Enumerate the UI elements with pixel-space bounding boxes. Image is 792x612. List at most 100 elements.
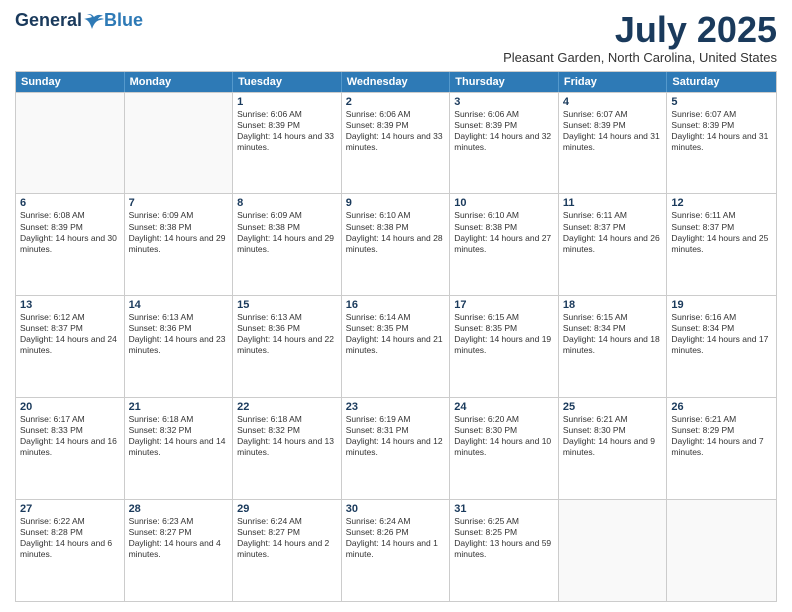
calendar-title: July 2025 [503, 10, 777, 50]
calendar-cell: 21Sunrise: 6:18 AM Sunset: 8:32 PM Dayli… [125, 398, 234, 499]
day-number: 1 [237, 96, 337, 108]
day-info: Sunrise: 6:06 AM Sunset: 8:39 PM Dayligh… [454, 109, 554, 153]
calendar-row: 6Sunrise: 6:08 AM Sunset: 8:39 PM Daylig… [16, 193, 776, 295]
header: General Blue July 2025 Pleasant Garden, … [15, 10, 777, 65]
day-number: 4 [563, 96, 663, 108]
calendar-cell: 5Sunrise: 6:07 AM Sunset: 8:39 PM Daylig… [667, 93, 776, 194]
day-number: 14 [129, 299, 229, 311]
calendar-cell: 25Sunrise: 6:21 AM Sunset: 8:30 PM Dayli… [559, 398, 668, 499]
day-info: Sunrise: 6:06 AM Sunset: 8:39 PM Dayligh… [237, 109, 337, 153]
day-info: Sunrise: 6:08 AM Sunset: 8:39 PM Dayligh… [20, 210, 120, 254]
title-block: July 2025 Pleasant Garden, North Carolin… [503, 10, 777, 65]
day-info: Sunrise: 6:09 AM Sunset: 8:38 PM Dayligh… [129, 210, 229, 254]
calendar-cell: 7Sunrise: 6:09 AM Sunset: 8:38 PM Daylig… [125, 194, 234, 295]
day-number: 13 [20, 299, 120, 311]
logo-blue-text: Blue [104, 10, 143, 31]
day-info: Sunrise: 6:15 AM Sunset: 8:34 PM Dayligh… [563, 312, 663, 356]
calendar-cell: 1Sunrise: 6:06 AM Sunset: 8:39 PM Daylig… [233, 93, 342, 194]
day-number: 24 [454, 401, 554, 413]
day-number: 25 [563, 401, 663, 413]
day-number: 19 [671, 299, 772, 311]
day-info: Sunrise: 6:18 AM Sunset: 8:32 PM Dayligh… [237, 414, 337, 458]
day-info: Sunrise: 6:13 AM Sunset: 8:36 PM Dayligh… [237, 312, 337, 356]
day-number: 29 [237, 503, 337, 515]
calendar-cell: 11Sunrise: 6:11 AM Sunset: 8:37 PM Dayli… [559, 194, 668, 295]
calendar-cell: 31Sunrise: 6:25 AM Sunset: 8:25 PM Dayli… [450, 500, 559, 601]
day-number: 15 [237, 299, 337, 311]
calendar-cell: 27Sunrise: 6:22 AM Sunset: 8:28 PM Dayli… [16, 500, 125, 601]
calendar-header: SundayMondayTuesdayWednesdayThursdayFrid… [16, 72, 776, 92]
day-number: 20 [20, 401, 120, 413]
day-info: Sunrise: 6:19 AM Sunset: 8:31 PM Dayligh… [346, 414, 446, 458]
calendar-header-day: Tuesday [233, 72, 342, 92]
calendar-row: 20Sunrise: 6:17 AM Sunset: 8:33 PM Dayli… [16, 397, 776, 499]
day-number: 16 [346, 299, 446, 311]
calendar-cell: 23Sunrise: 6:19 AM Sunset: 8:31 PM Dayli… [342, 398, 451, 499]
calendar-cell: 2Sunrise: 6:06 AM Sunset: 8:39 PM Daylig… [342, 93, 451, 194]
calendar-cell: 22Sunrise: 6:18 AM Sunset: 8:32 PM Dayli… [233, 398, 342, 499]
day-number: 3 [454, 96, 554, 108]
logo-bird-icon [84, 13, 104, 29]
day-info: Sunrise: 6:23 AM Sunset: 8:27 PM Dayligh… [129, 516, 229, 560]
day-info: Sunrise: 6:07 AM Sunset: 8:39 PM Dayligh… [563, 109, 663, 153]
day-number: 22 [237, 401, 337, 413]
day-number: 23 [346, 401, 446, 413]
day-info: Sunrise: 6:16 AM Sunset: 8:34 PM Dayligh… [671, 312, 772, 356]
day-number: 26 [671, 401, 772, 413]
calendar-cell: 6Sunrise: 6:08 AM Sunset: 8:39 PM Daylig… [16, 194, 125, 295]
calendar-location: Pleasant Garden, North Carolina, United … [503, 50, 777, 65]
calendar-cell [125, 93, 234, 194]
day-info: Sunrise: 6:14 AM Sunset: 8:35 PM Dayligh… [346, 312, 446, 356]
calendar-header-day: Sunday [16, 72, 125, 92]
day-number: 27 [20, 503, 120, 515]
day-info: Sunrise: 6:18 AM Sunset: 8:32 PM Dayligh… [129, 414, 229, 458]
calendar-header-day: Thursday [450, 72, 559, 92]
calendar-cell: 15Sunrise: 6:13 AM Sunset: 8:36 PM Dayli… [233, 296, 342, 397]
calendar-cell [16, 93, 125, 194]
day-number: 21 [129, 401, 229, 413]
day-number: 8 [237, 197, 337, 209]
calendar-cell: 17Sunrise: 6:15 AM Sunset: 8:35 PM Dayli… [450, 296, 559, 397]
day-number: 2 [346, 96, 446, 108]
calendar-cell: 13Sunrise: 6:12 AM Sunset: 8:37 PM Dayli… [16, 296, 125, 397]
calendar-cell: 14Sunrise: 6:13 AM Sunset: 8:36 PM Dayli… [125, 296, 234, 397]
day-number: 18 [563, 299, 663, 311]
calendar-cell: 28Sunrise: 6:23 AM Sunset: 8:27 PM Dayli… [125, 500, 234, 601]
day-number: 9 [346, 197, 446, 209]
day-info: Sunrise: 6:11 AM Sunset: 8:37 PM Dayligh… [563, 210, 663, 254]
day-number: 17 [454, 299, 554, 311]
day-number: 31 [454, 503, 554, 515]
day-info: Sunrise: 6:11 AM Sunset: 8:37 PM Dayligh… [671, 210, 772, 254]
calendar-row: 13Sunrise: 6:12 AM Sunset: 8:37 PM Dayli… [16, 295, 776, 397]
calendar-header-day: Saturday [667, 72, 776, 92]
day-info: Sunrise: 6:10 AM Sunset: 8:38 PM Dayligh… [454, 210, 554, 254]
day-info: Sunrise: 6:07 AM Sunset: 8:39 PM Dayligh… [671, 109, 772, 153]
day-info: Sunrise: 6:20 AM Sunset: 8:30 PM Dayligh… [454, 414, 554, 458]
calendar: SundayMondayTuesdayWednesdayThursdayFrid… [15, 71, 777, 602]
logo-general-text: General [15, 10, 82, 31]
calendar-cell: 30Sunrise: 6:24 AM Sunset: 8:26 PM Dayli… [342, 500, 451, 601]
page: General Blue July 2025 Pleasant Garden, … [0, 0, 792, 612]
calendar-row: 1Sunrise: 6:06 AM Sunset: 8:39 PM Daylig… [16, 92, 776, 194]
day-number: 7 [129, 197, 229, 209]
calendar-cell: 20Sunrise: 6:17 AM Sunset: 8:33 PM Dayli… [16, 398, 125, 499]
calendar-cell: 19Sunrise: 6:16 AM Sunset: 8:34 PM Dayli… [667, 296, 776, 397]
day-info: Sunrise: 6:21 AM Sunset: 8:30 PM Dayligh… [563, 414, 663, 458]
calendar-cell: 24Sunrise: 6:20 AM Sunset: 8:30 PM Dayli… [450, 398, 559, 499]
day-info: Sunrise: 6:21 AM Sunset: 8:29 PM Dayligh… [671, 414, 772, 458]
day-number: 10 [454, 197, 554, 209]
calendar-row: 27Sunrise: 6:22 AM Sunset: 8:28 PM Dayli… [16, 499, 776, 601]
day-info: Sunrise: 6:24 AM Sunset: 8:27 PM Dayligh… [237, 516, 337, 560]
day-info: Sunrise: 6:24 AM Sunset: 8:26 PM Dayligh… [346, 516, 446, 560]
calendar-cell: 26Sunrise: 6:21 AM Sunset: 8:29 PM Dayli… [667, 398, 776, 499]
day-info: Sunrise: 6:13 AM Sunset: 8:36 PM Dayligh… [129, 312, 229, 356]
day-info: Sunrise: 6:06 AM Sunset: 8:39 PM Dayligh… [346, 109, 446, 153]
calendar-cell: 9Sunrise: 6:10 AM Sunset: 8:38 PM Daylig… [342, 194, 451, 295]
day-info: Sunrise: 6:17 AM Sunset: 8:33 PM Dayligh… [20, 414, 120, 458]
day-number: 5 [671, 96, 772, 108]
calendar-cell: 18Sunrise: 6:15 AM Sunset: 8:34 PM Dayli… [559, 296, 668, 397]
calendar-cell [559, 500, 668, 601]
day-number: 11 [563, 197, 663, 209]
day-info: Sunrise: 6:22 AM Sunset: 8:28 PM Dayligh… [20, 516, 120, 560]
day-info: Sunrise: 6:09 AM Sunset: 8:38 PM Dayligh… [237, 210, 337, 254]
